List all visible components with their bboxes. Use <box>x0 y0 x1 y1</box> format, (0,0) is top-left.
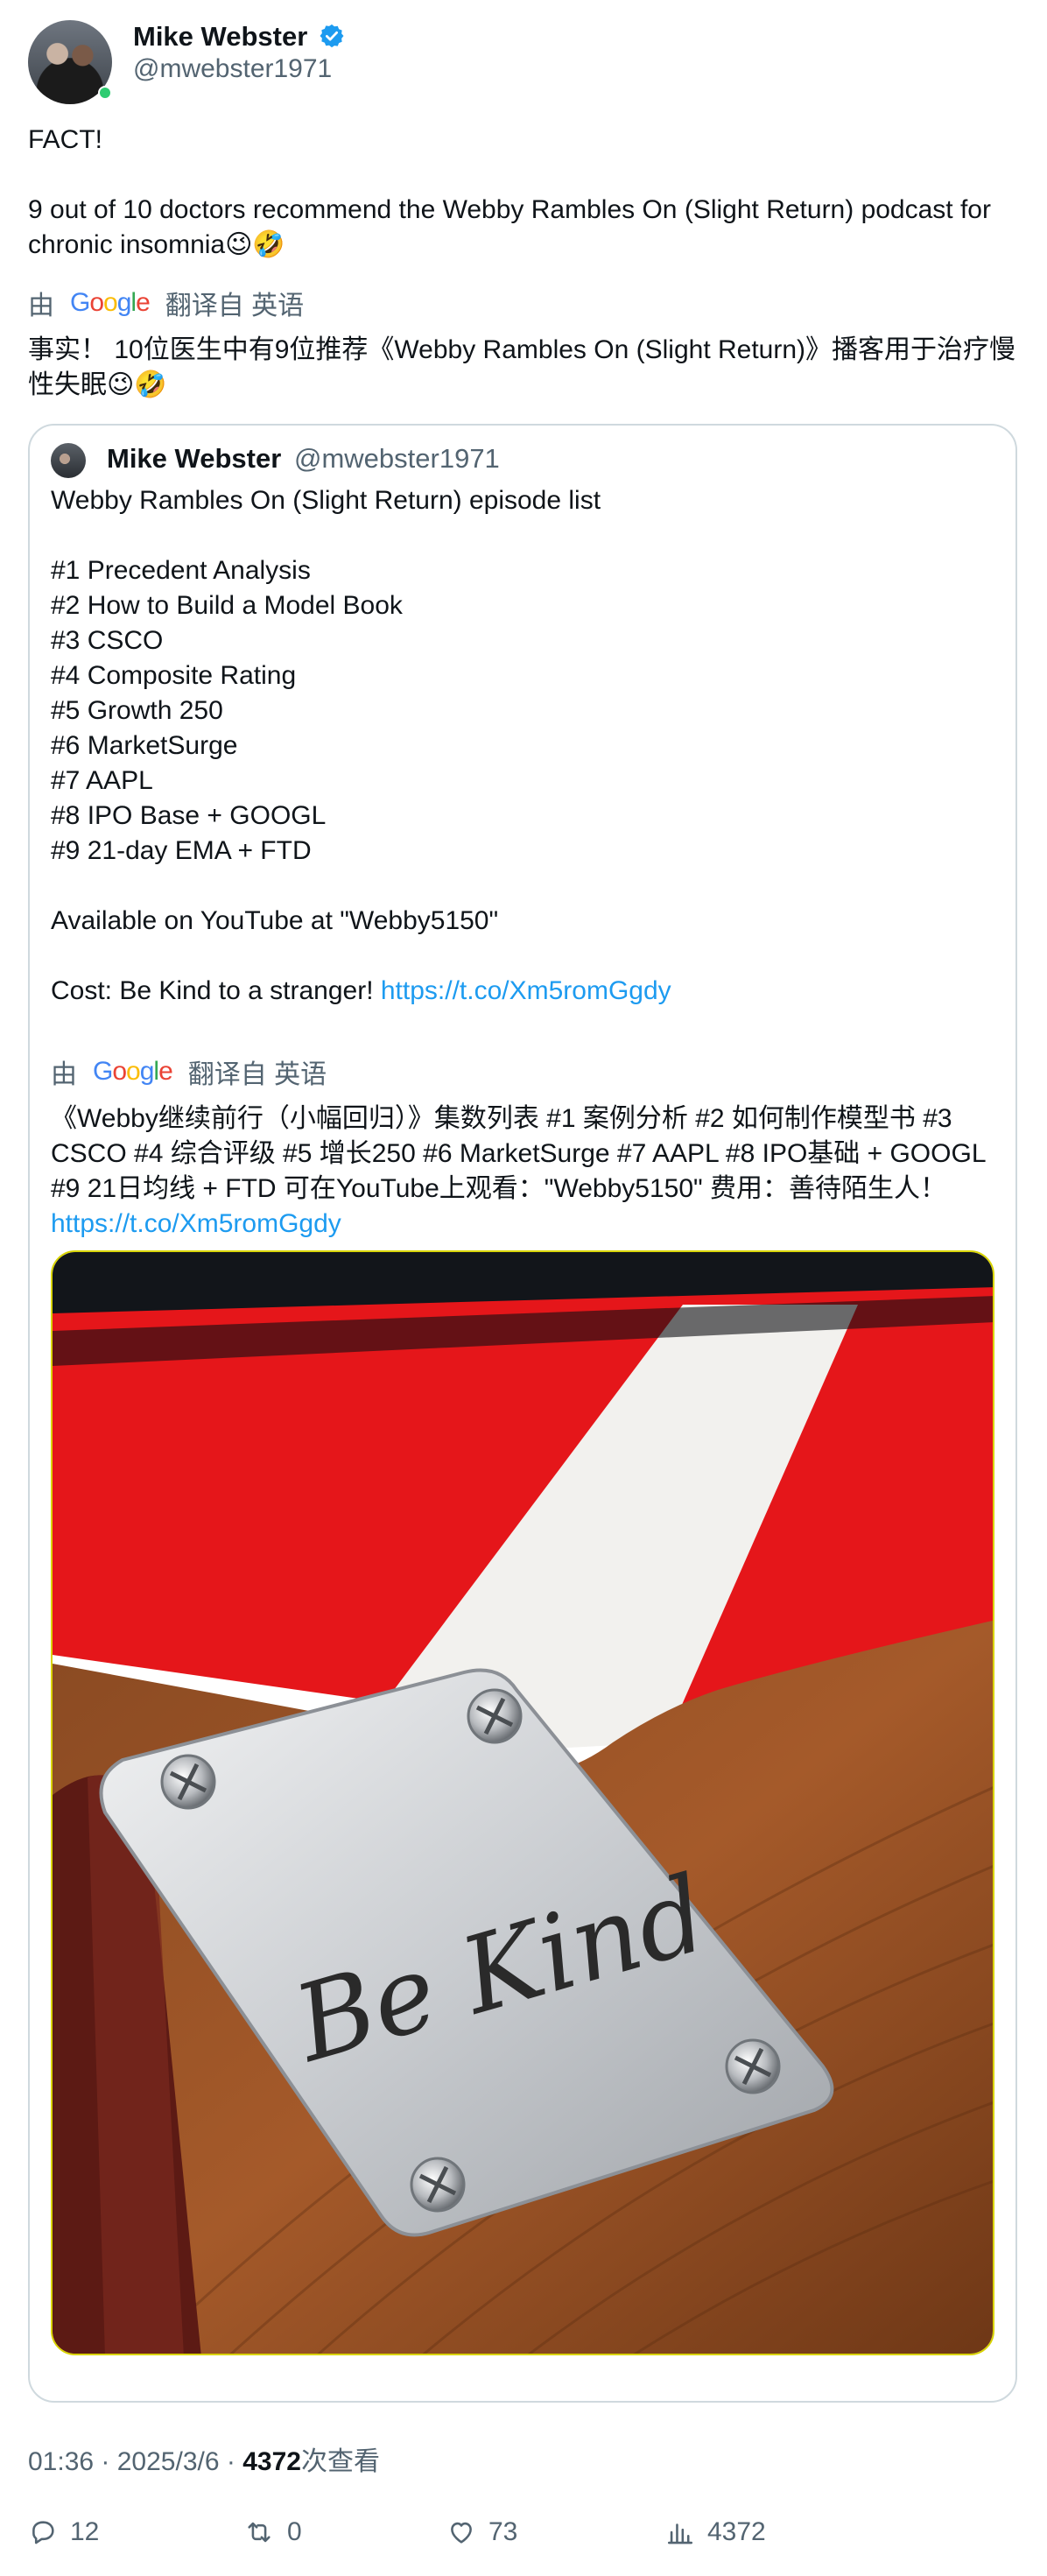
attached-photo[interactable]: Be Kind <box>51 1250 994 2355</box>
reply-count: 12 <box>70 2517 100 2546</box>
reply-button[interactable]: 12 <box>28 2515 99 2550</box>
author-name[interactable]: Mike Webster <box>133 21 307 53</box>
tweet-date[interactable]: 2025/3/6 <box>117 2447 220 2476</box>
like-button[interactable]: 73 <box>446 2515 517 2550</box>
meta-separator: · <box>219 2447 243 2476</box>
heart-icon <box>451 2522 472 2544</box>
translate-by-label: 由 <box>28 292 54 320</box>
meta-separator: · <box>94 2447 117 2476</box>
quoted-google-logo: Google <box>93 1057 173 1086</box>
verified-badge-icon <box>320 24 344 48</box>
quoted-translation-link[interactable]: https://t.co/Xm5romGgdy <box>51 1209 341 1238</box>
views-count: 4372 <box>707 2517 766 2546</box>
views-button[interactable]: 4372 <box>665 2515 766 2550</box>
reply-icon <box>32 2521 54 2544</box>
analytics-icon <box>667 2523 693 2544</box>
translation-attribution: 由 Google 翻译自 英语 <box>28 285 304 320</box>
quoted-translation: 《Webby继续前行（小幅回归）》集数列表 #1 案例分析 #2 如何制作模型书… <box>51 1101 1005 1242</box>
quoted-translate-by-label: 由 <box>51 1060 77 1089</box>
retweet-icon <box>248 2522 271 2543</box>
neck-plate-image: Be Kind <box>53 1252 993 2354</box>
quoted-translation-attribution: 由 Google 翻译自 英语 <box>51 1054 327 1089</box>
tweet-translation: 事实！ 10位医生中有9位推荐《Webby Rambles On (Slight… <box>28 335 1016 399</box>
author-handle[interactable]: @mwebster1971 <box>133 54 332 84</box>
quoted-translation-body: 《Webby继续前行（小幅回归）》集数列表 #1 案例分析 #2 如何制作模型书… <box>51 1104 993 1203</box>
quoted-author-handle: @mwebster1971 <box>294 443 500 474</box>
tweet-text: FACT! 9 out of 10 doctors recommend the … <box>28 125 991 259</box>
like-count: 73 <box>488 2517 518 2546</box>
translate-source-label: 翻译自 英语 <box>165 292 305 320</box>
quoted-translate-source-label: 翻译自 英语 <box>187 1060 327 1089</box>
quoted-author-avatar <box>51 443 86 478</box>
quoted-tweet-link[interactable]: https://t.co/Xm5romGgdy <box>381 976 671 1005</box>
online-status-dot <box>98 86 112 100</box>
retweet-button[interactable]: 0 <box>243 2515 302 2550</box>
google-logo: Google <box>70 288 151 317</box>
views-label: 次查看 <box>300 2447 380 2476</box>
tweet-time[interactable]: 01:36 <box>28 2447 94 2476</box>
tweet-meta: 01:36 · 2025/3/6 · 4372次查看 <box>28 2439 380 2478</box>
retweet-count: 0 <box>287 2517 302 2546</box>
quoted-tweet-text: Webby Rambles On (Slight Return) episode… <box>51 483 1005 1009</box>
view-count: 4372 <box>242 2447 301 2476</box>
quoted-author-name: Mike Webster <box>107 443 282 474</box>
quoted-text-body: Webby Rambles On (Slight Return) episode… <box>51 486 601 1005</box>
